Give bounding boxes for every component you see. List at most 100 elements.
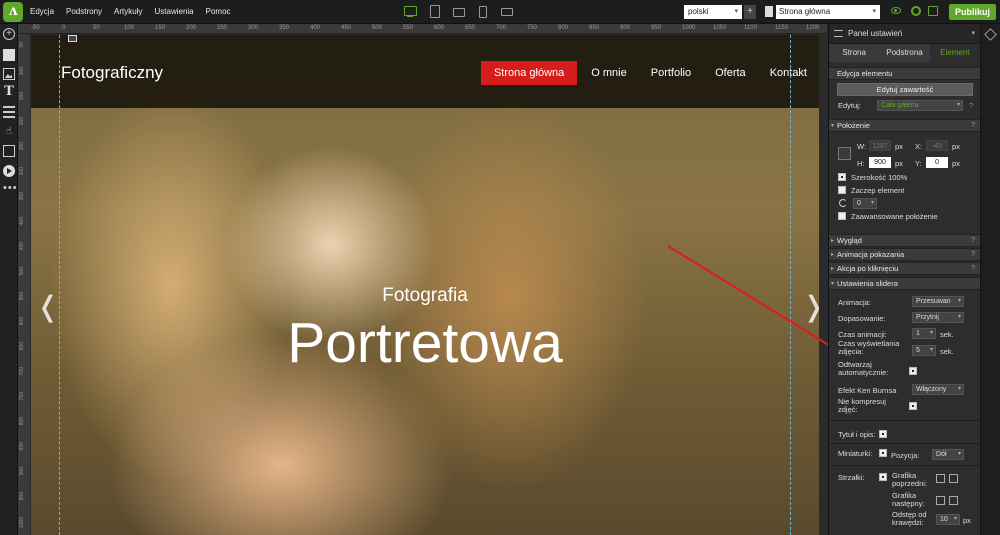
fit-label: Dopasowanie: bbox=[838, 314, 886, 323]
edge-distance-value: 10 bbox=[940, 516, 948, 523]
display-time-select[interactable]: 5 ▾ bbox=[912, 345, 936, 356]
animation-select[interactable]: Przesuwan ▾ bbox=[912, 296, 964, 307]
ken-burns-select[interactable]: Włączony ▾ bbox=[912, 384, 964, 395]
anchor-label: Zaczep element bbox=[851, 186, 905, 195]
display-time-unit: sek. bbox=[940, 347, 954, 356]
section-show-animation[interactable]: ▸ Animacja pokazania ? bbox=[829, 248, 980, 261]
next-graphic-label: Grafika następny: bbox=[892, 491, 925, 508]
chevron-down-icon: ▾ bbox=[929, 330, 933, 336]
height-input[interactable]: 900 bbox=[869, 157, 891, 168]
collapse-icon: ▾ bbox=[831, 281, 835, 287]
help-icon[interactable]: ? bbox=[971, 235, 975, 247]
rotate-value: 0 bbox=[857, 200, 861, 207]
rotate-select[interactable]: 0 ▾ bbox=[853, 198, 877, 209]
prev-graphic-label: Grafika poprzedni: bbox=[892, 471, 928, 488]
animation-label: Animacja: bbox=[838, 298, 871, 307]
edge-distance-unit: px bbox=[963, 516, 971, 525]
edge-distance-select[interactable]: 10 ▾ bbox=[936, 514, 960, 525]
section-click-action[interactable]: ▸ Akcja po kliknięciu ? bbox=[829, 262, 980, 275]
panel-title: Panel ustawień bbox=[848, 29, 903, 38]
section-slider-settings[interactable]: ▾ Ustawienia slidera bbox=[829, 277, 980, 290]
x-input[interactable]: -43 bbox=[926, 140, 948, 151]
collapse-icon: ▾ bbox=[831, 123, 835, 129]
background-color-swatch[interactable] bbox=[838, 147, 851, 160]
display-time-value: 5 bbox=[916, 347, 920, 354]
prev-image-icon[interactable] bbox=[949, 474, 958, 483]
divider bbox=[829, 443, 980, 444]
ken-burns-label: Efekt Ken Burnsa bbox=[838, 386, 897, 395]
section-title: Ustawienia slidera bbox=[837, 279, 898, 288]
chevron-down-icon[interactable]: ▾ bbox=[971, 24, 975, 44]
y-input[interactable]: 0 bbox=[926, 157, 948, 168]
anim-time-select[interactable]: 1 ▾ bbox=[912, 328, 936, 339]
x-unit: px bbox=[952, 142, 960, 151]
expand-icon: ▸ bbox=[831, 266, 835, 272]
chevron-down-icon: ▾ bbox=[957, 314, 961, 320]
panel-tabs: Strona Podstrona Element bbox=[829, 44, 980, 62]
section-title: Edycja elementu bbox=[837, 69, 893, 78]
edit-content-button[interactable]: Edytuj zawartość bbox=[837, 83, 973, 96]
expand-icon: ▸ bbox=[831, 252, 835, 258]
width-label: W: bbox=[857, 142, 867, 151]
help-icon[interactable]: ? bbox=[969, 101, 973, 110]
tab-podstrona[interactable]: Podstrona bbox=[879, 44, 929, 62]
rotate-icon bbox=[839, 199, 847, 207]
no-compress-checkbox[interactable] bbox=[909, 402, 917, 410]
section-edit-element: Edycja elementu bbox=[829, 67, 980, 80]
fit-select[interactable]: Przytnij ▾ bbox=[912, 312, 964, 323]
height-unit: px bbox=[895, 159, 903, 168]
panel-header[interactable]: Panel ustawień ▾ bbox=[829, 24, 980, 44]
ken-burns-value: Włączony bbox=[916, 386, 947, 393]
chevron-down-icon: ▾ bbox=[957, 386, 961, 392]
width-unit: px bbox=[895, 142, 903, 151]
anchor-checkbox[interactable] bbox=[838, 186, 846, 194]
layers-icon[interactable] bbox=[984, 28, 997, 41]
display-time-label: Czas wyświetlania zdjęcia: bbox=[838, 339, 900, 356]
title-desc-checkbox[interactable] bbox=[879, 430, 887, 438]
thumb-position-value: Dół bbox=[936, 451, 947, 458]
thumbnails-label: Miniaturki: bbox=[838, 449, 873, 458]
divider bbox=[829, 465, 980, 466]
chevron-down-icon: ▾ bbox=[957, 298, 961, 304]
thumbnails-checkbox[interactable] bbox=[879, 449, 887, 457]
y-unit: px bbox=[952, 159, 960, 168]
edge-distance-label: Odstęp od krawędzi: bbox=[892, 510, 927, 527]
title-desc-label: Tytuł i opis: bbox=[838, 430, 876, 439]
chevron-down-icon: ▾ bbox=[957, 451, 961, 457]
prev-arrow-preview-icon[interactable] bbox=[936, 474, 945, 483]
section-position[interactable]: ▾ Położenie ? bbox=[829, 119, 980, 132]
advanced-position-label: Zaawansowane położenie bbox=[851, 212, 938, 221]
autoplay-checkbox[interactable] bbox=[909, 367, 917, 375]
edit-select-value: Cała galeria bbox=[881, 102, 919, 109]
no-compress-label: Nie kompresuj zdjęć: bbox=[838, 397, 886, 414]
next-arrow-preview-icon[interactable] bbox=[936, 496, 945, 505]
thumb-position-select[interactable]: Dół ▾ bbox=[932, 449, 964, 460]
tab-strona[interactable]: Strona bbox=[829, 44, 879, 62]
next-image-icon[interactable] bbox=[949, 496, 958, 505]
help-icon[interactable]: ? bbox=[971, 249, 975, 261]
arrows-checkbox[interactable] bbox=[879, 473, 887, 481]
help-icon[interactable]: ? bbox=[971, 263, 975, 275]
x-label: X: bbox=[915, 142, 923, 151]
edit-label: Edytuj: bbox=[838, 101, 861, 110]
tab-element[interactable]: Element bbox=[929, 44, 980, 62]
width100-label: Szerokość 100% bbox=[851, 173, 908, 182]
chevron-down-icon: ▾ bbox=[953, 516, 957, 522]
edit-select[interactable]: Cała galeria ▾ bbox=[877, 100, 963, 111]
section-title: Położenie bbox=[837, 121, 870, 130]
y-label: Y: bbox=[915, 159, 922, 168]
section-appearance[interactable]: ▸ Wygląd ? bbox=[829, 234, 980, 247]
expand-icon: ▸ bbox=[831, 238, 835, 244]
chevron-down-icon: ▾ bbox=[929, 347, 933, 353]
sliders-icon bbox=[834, 30, 843, 37]
width-input[interactable]: 1287 bbox=[869, 140, 891, 151]
anim-time-value: 1 bbox=[916, 330, 920, 337]
help-icon[interactable]: ? bbox=[971, 120, 975, 132]
height-label: H: bbox=[857, 159, 865, 168]
anim-time-unit: sek. bbox=[940, 330, 954, 339]
layers-column bbox=[980, 24, 1000, 535]
advanced-position-checkbox[interactable] bbox=[838, 212, 846, 220]
section-title: Wygląd bbox=[837, 236, 862, 245]
thumb-position-label: Pozycja: bbox=[891, 451, 920, 460]
width100-checkbox[interactable] bbox=[838, 173, 846, 181]
